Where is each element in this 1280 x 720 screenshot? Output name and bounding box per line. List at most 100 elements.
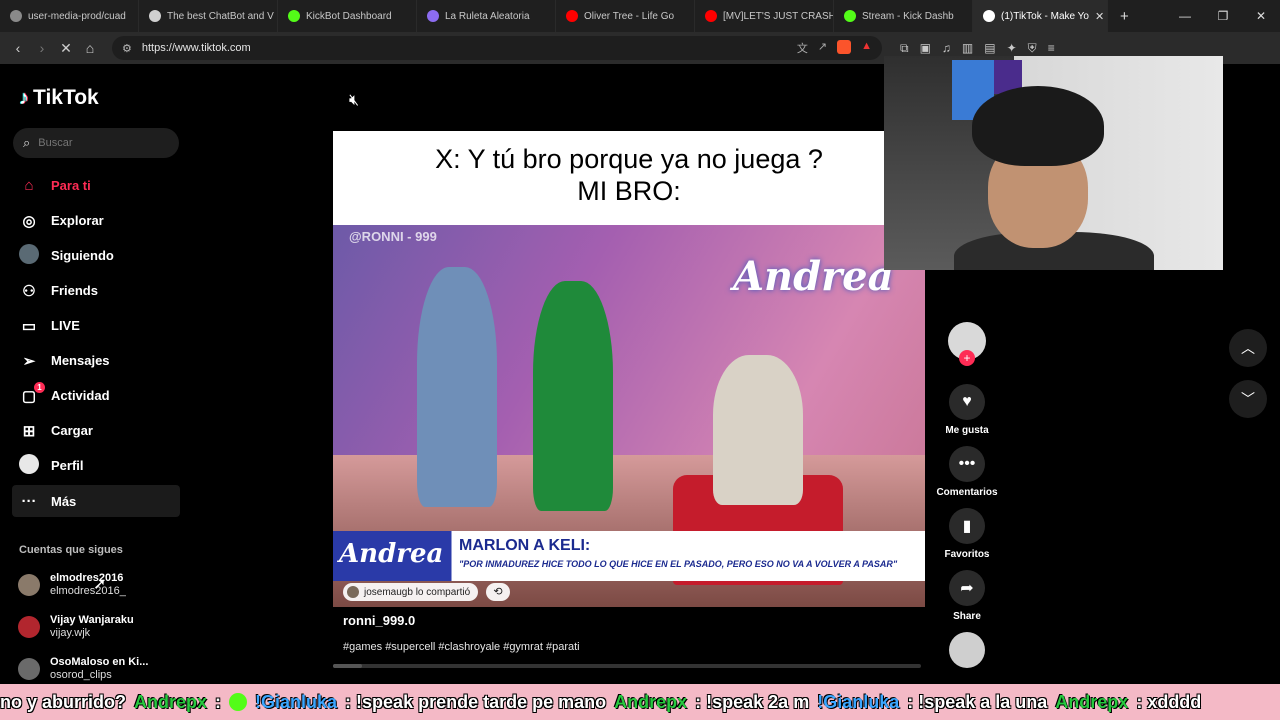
maximize-icon[interactable]: ❐ [1204, 9, 1242, 23]
nav-label: Siguiendo [51, 248, 114, 263]
account-handle: vijay.wjk [50, 627, 91, 639]
tab-title: (1)TikTok - Make Yo [1001, 10, 1089, 22]
chat-username: Andrepx [1055, 691, 1129, 712]
video-caption-band: X: Y tú bro porque ya no juega ? MI BRO: [333, 131, 925, 225]
browser-tab[interactable]: Oliver Tree - Life Go [556, 0, 695, 32]
tab-title: user-media-prod/cuad [28, 10, 126, 22]
tab-favicon-icon [983, 10, 995, 22]
browser-tab[interactable]: user-media-prod/cuad [0, 0, 139, 32]
address-bar[interactable]: ⚙ https://www.tiktok.com 文 ↗ ▲ [112, 36, 882, 60]
chat-username: !Gianluka [255, 691, 338, 712]
translate-icon[interactable]: 文 [797, 40, 808, 56]
chevron-down-icon[interactable]: ﹀ [1229, 380, 1267, 418]
account-names: Vijay Wanjaraku vijay.wjk [50, 614, 134, 640]
browser-tab[interactable]: (1)TikTok - Make Yo ✕ [973, 0, 1108, 32]
action-column: + ♥ Me gusta ••• Comentarios ▮ Favoritos… [936, 322, 998, 668]
main-nav: ⌂ Para ti ◎ Explorar Siguiendo ⚇ Friends ▭ LIVE ➢… [12, 168, 180, 517]
site-info-icon[interactable]: ⚙ [122, 42, 132, 55]
nav-label: Actividad [51, 388, 110, 403]
video-author[interactable]: ronni_999.0 [343, 613, 415, 628]
rewards-icon[interactable]: ▲ [861, 40, 872, 56]
chat-message: : [215, 691, 222, 712]
comments-action[interactable]: ••• Comentarios [936, 446, 998, 498]
extension-icons: ⧉ ▣ ♫ ▥ ▤ ✦ ⛨ ≡ [900, 41, 1055, 56]
browser-tab[interactable]: KickBot Dashboard [278, 0, 417, 32]
url-text: https://www.tiktok.com [141, 42, 251, 54]
nav-item-mensajes[interactable]: ➢ Mensajes [12, 343, 180, 378]
video-player[interactable]: X: Y tú bro porque ya no juega ? MI BRO:… [333, 131, 925, 607]
creator-avatar[interactable]: + [948, 322, 986, 366]
leo-icon[interactable]: ✦ [1007, 41, 1017, 56]
brave-shields-icon[interactable] [837, 40, 852, 54]
wallet-icon[interactable]: ▤ [984, 41, 995, 56]
mute-icon[interactable]: 🔇︎ [349, 92, 359, 110]
nav-item-explorar[interactable]: ◎ Explorar [12, 203, 180, 238]
nav-item-m-s[interactable]: ··· Más [12, 485, 180, 517]
account-name: Vijay Wanjaraku [50, 614, 134, 626]
nav-item-para-ti[interactable]: ⌂ Para ti [12, 168, 180, 203]
share-icon[interactable]: ↗ [818, 40, 827, 56]
nav-item-friends[interactable]: ⚇ Friends [12, 273, 180, 308]
followed-account[interactable]: Vijay Wanjaraku vijay.wjk [18, 606, 188, 648]
webcam-hair [972, 86, 1104, 166]
nav-item-siguiendo[interactable]: Siguiendo [12, 238, 180, 273]
browser-tab-bar: user-media-prod/cuad The best ChatBot and… [0, 0, 1280, 32]
bookmark-icon[interactable]: ▮ [949, 508, 985, 544]
close-tab-icon[interactable]: ✕ [1095, 10, 1104, 23]
video-progress-bar[interactable] [333, 664, 921, 668]
nav-label: Friends [51, 283, 98, 298]
browser-tab[interactable]: Stream - Kick Dashb [834, 0, 973, 32]
minimize-icon[interactable]: — [1166, 9, 1204, 23]
sidebar-toggle-icon[interactable]: ▥ [962, 41, 973, 56]
media-icon[interactable]: ♫ [942, 41, 951, 56]
tiktok-note-icon: ♪ [19, 86, 29, 109]
chevron-up-icon[interactable]: ︿ [1229, 329, 1267, 367]
forward-icon[interactable]: › [30, 40, 54, 56]
favorites-label: Favoritos [944, 549, 990, 560]
tab-title: KickBot Dashboard [306, 10, 392, 22]
tab-favicon-icon [844, 10, 856, 22]
video-hashtags[interactable]: #games #supercell #clashroyale #gymrat #… [343, 641, 580, 653]
vpn-icon[interactable]: ⛨ [1028, 41, 1037, 56]
heart-icon[interactable]: ♥ [949, 384, 985, 420]
account-name: elmodres2016 [50, 572, 124, 584]
nav-item-actividad[interactable]: ▢ Actividad 1 [12, 378, 180, 413]
share-action[interactable]: ➦ Share [937, 570, 997, 622]
nav-item-perfil[interactable]: Perfil [12, 448, 180, 483]
browser-tab[interactable]: The best ChatBot and V [139, 0, 278, 32]
chat-message: : !speak 2a m [695, 691, 810, 712]
stop-loading-icon[interactable]: ✕ [54, 40, 78, 57]
menu-icon[interactable]: ≡ [1048, 41, 1055, 56]
tab-favicon-icon [705, 10, 717, 22]
share-arrow-icon[interactable]: ➦ [949, 570, 985, 606]
browser-tab[interactable]: La Ruleta Aleatoria [417, 0, 556, 32]
nav-item-live[interactable]: ▭ LIVE [12, 308, 180, 343]
live-icon: ▭ [21, 317, 37, 335]
follow-plus-icon[interactable]: + [959, 350, 975, 366]
repost-icon[interactable]: ⟲ [486, 583, 510, 601]
close-window-icon[interactable]: ✕ [1242, 9, 1280, 23]
sound-avatar[interactable] [949, 632, 985, 668]
logo-text: TikTok [33, 86, 99, 109]
window-controls: — ❐ ✕ [1166, 9, 1280, 23]
tab-title: The best ChatBot and V [167, 10, 274, 22]
tab-favicon-icon [566, 10, 578, 22]
back-icon[interactable]: ‹ [6, 40, 30, 56]
nav-item-cargar[interactable]: ⊞ Cargar [12, 413, 180, 448]
search-box[interactable]: ⌕ [13, 128, 179, 158]
like-action[interactable]: ♥ Me gusta [937, 384, 997, 436]
browser-tab[interactable]: [MV]LET'S JUST CRASH [695, 0, 834, 32]
favorites-action[interactable]: ▮ Favoritos [937, 508, 997, 560]
screenshot-icon[interactable]: ▣ [920, 41, 931, 56]
home-button-icon[interactable]: ⌂ [78, 40, 102, 56]
tab-favicon-icon [288, 10, 300, 22]
comment-icon[interactable]: ••• [949, 446, 985, 482]
tiktok-sidebar: ♪ TikTok ⌕ ⌂ Para ti ◎ Explorar Siguiendo ⚇ Fr… [0, 64, 200, 684]
account-avatar [18, 616, 40, 638]
new-tab-button[interactable]: + [1108, 8, 1141, 25]
shared-by-chip[interactable]: josemaugb lo compartió [343, 583, 479, 601]
tiktok-logo[interactable]: ♪ TikTok [19, 86, 99, 110]
extensions-icon[interactable]: ⧉ [900, 41, 909, 56]
search-input[interactable] [38, 137, 159, 149]
nav-label: Perfil [51, 458, 84, 473]
